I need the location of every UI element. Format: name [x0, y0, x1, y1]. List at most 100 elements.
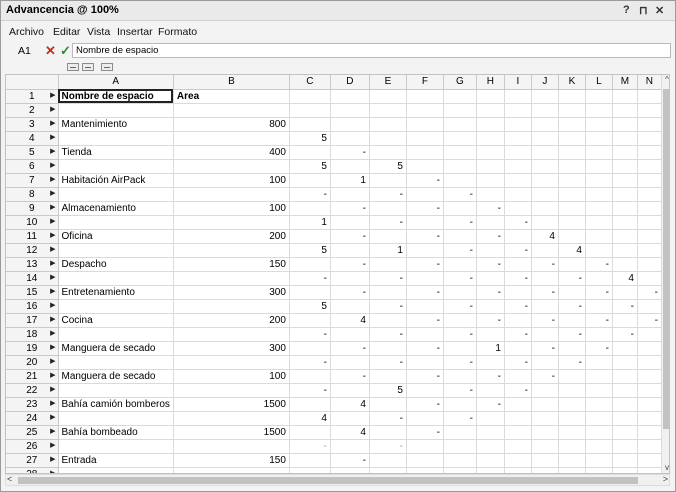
grid-cell[interactable]: [330, 271, 370, 286]
grid-cell[interactable]: 4: [558, 243, 586, 258]
row-header[interactable]: 10 ▶: [6, 215, 59, 230]
grid-cell[interactable]: 5: [289, 299, 331, 314]
grid-cell[interactable]: 5: [289, 243, 331, 258]
grid-cell[interactable]: [369, 117, 407, 132]
grid-cell[interactable]: [531, 397, 559, 412]
grid-cell[interactable]: [58, 271, 174, 286]
grid-cell[interactable]: 4: [330, 313, 370, 328]
row-expand-icon[interactable]: ▶: [50, 399, 55, 407]
row-expand-icon[interactable]: ▶: [50, 203, 55, 211]
grid-cell[interactable]: [585, 201, 613, 216]
grid-cell[interactable]: -: [504, 327, 532, 342]
grid-cell[interactable]: [173, 327, 290, 342]
border-style-icon[interactable]: [67, 63, 79, 71]
grid-cell[interactable]: [612, 257, 638, 272]
column-header[interactable]: C: [289, 75, 331, 90]
grid-cell[interactable]: [289, 257, 331, 272]
grid-cell[interactable]: -: [476, 229, 505, 244]
grid-cell[interactable]: [443, 453, 477, 468]
grid-cell[interactable]: [504, 229, 532, 244]
grid-cell[interactable]: [443, 397, 477, 412]
grid-cell[interactable]: 200: [173, 313, 290, 328]
grid-cell[interactable]: -: [531, 313, 559, 328]
grid-cell[interactable]: Entretenamiento: [58, 285, 174, 300]
row-expand-icon[interactable]: ▶: [50, 161, 55, 169]
grid-cell[interactable]: [612, 453, 638, 468]
grid-cell[interactable]: 300: [173, 341, 290, 356]
grid-cell[interactable]: [58, 327, 174, 342]
grid-cell[interactable]: 100: [173, 173, 290, 188]
grid-cell[interactable]: [369, 369, 407, 384]
grid-cell[interactable]: [504, 425, 532, 440]
grid-cell[interactable]: [585, 215, 613, 230]
row-header[interactable]: 24 ▶: [6, 411, 59, 426]
grid-cell[interactable]: [406, 439, 444, 454]
grid-cell[interactable]: [369, 467, 407, 473]
menu-vista[interactable]: Vista: [87, 26, 110, 38]
grid-cell[interactable]: [369, 103, 407, 118]
grid-cell[interactable]: [612, 397, 638, 412]
grid-cell[interactable]: [330, 89, 370, 104]
grid-cell[interactable]: -: [558, 271, 586, 286]
grid-cell[interactable]: [531, 383, 559, 398]
grid-cell[interactable]: -: [330, 201, 370, 216]
grid-cell[interactable]: [612, 425, 638, 440]
grid-cell[interactable]: [585, 439, 613, 454]
grid-cell[interactable]: [369, 89, 407, 104]
grid-cell[interactable]: [637, 397, 662, 412]
grid-cell[interactable]: [330, 327, 370, 342]
row-expand-icon[interactable]: ▶: [50, 301, 55, 309]
pin-icon[interactable]: ⊓: [639, 4, 648, 17]
grid-cell[interactable]: -: [476, 201, 505, 216]
grid-cell[interactable]: [612, 243, 638, 258]
grid-cell[interactable]: -: [330, 341, 370, 356]
grid-cell[interactable]: [531, 467, 559, 473]
row-header[interactable]: 26 ▶: [6, 439, 59, 454]
row-header[interactable]: 9 ▶: [6, 201, 59, 216]
grid-cell[interactable]: [558, 425, 586, 440]
grid-cell[interactable]: [406, 299, 444, 314]
grid-cell[interactable]: [637, 229, 662, 244]
grid-cell[interactable]: [476, 117, 505, 132]
grid-cell[interactable]: [58, 131, 174, 146]
grid-cell[interactable]: [558, 383, 586, 398]
row-header[interactable]: 8 ▶: [6, 187, 59, 202]
grid-cell[interactable]: [637, 327, 662, 342]
scroll-up-icon[interactable]: ^: [662, 75, 669, 87]
grid-cell[interactable]: [406, 355, 444, 370]
grid-cell[interactable]: -: [330, 285, 370, 300]
border-width-icon[interactable]: [82, 63, 94, 71]
column-header[interactable]: N: [637, 75, 662, 90]
row-expand-icon[interactable]: ▶: [50, 175, 55, 183]
vertical-scroll-thumb[interactable]: [663, 89, 669, 429]
row-header[interactable]: 18 ▶: [6, 327, 59, 342]
grid-cell[interactable]: [612, 439, 638, 454]
grid-cell[interactable]: -: [637, 313, 662, 328]
grid-cell[interactable]: [476, 243, 505, 258]
grid-cell[interactable]: -: [406, 369, 444, 384]
grid-cell[interactable]: Mantenimiento: [58, 117, 174, 132]
grid-cell[interactable]: [585, 103, 613, 118]
grid-cell[interactable]: [173, 131, 290, 146]
grid-cell[interactable]: [504, 103, 532, 118]
grid-cell[interactable]: [585, 131, 613, 146]
grid-cell[interactable]: [612, 341, 638, 356]
grid-cell[interactable]: 5: [289, 159, 331, 174]
grid-cell[interactable]: [612, 89, 638, 104]
grid-cell[interactable]: [558, 257, 586, 272]
grid-cell[interactable]: [369, 397, 407, 412]
row-header[interactable]: 25 ▶: [6, 425, 59, 440]
row-expand-icon[interactable]: ▶: [50, 427, 55, 435]
grid-cell[interactable]: Nombre de espacio: [58, 89, 174, 104]
grid-cell[interactable]: [558, 411, 586, 426]
vertical-scrollbar[interactable]: ^ v: [661, 75, 669, 473]
grid-cell[interactable]: [173, 271, 290, 286]
grid-cell[interactable]: [173, 439, 290, 454]
grid-cell[interactable]: [558, 369, 586, 384]
grid-cell[interactable]: [476, 327, 505, 342]
grid-cell[interactable]: -: [289, 439, 331, 454]
row-header[interactable]: 27 ▶: [6, 453, 59, 468]
grid-cell[interactable]: [369, 453, 407, 468]
grid-cell[interactable]: [58, 159, 174, 174]
grid-cell[interactable]: [476, 439, 505, 454]
